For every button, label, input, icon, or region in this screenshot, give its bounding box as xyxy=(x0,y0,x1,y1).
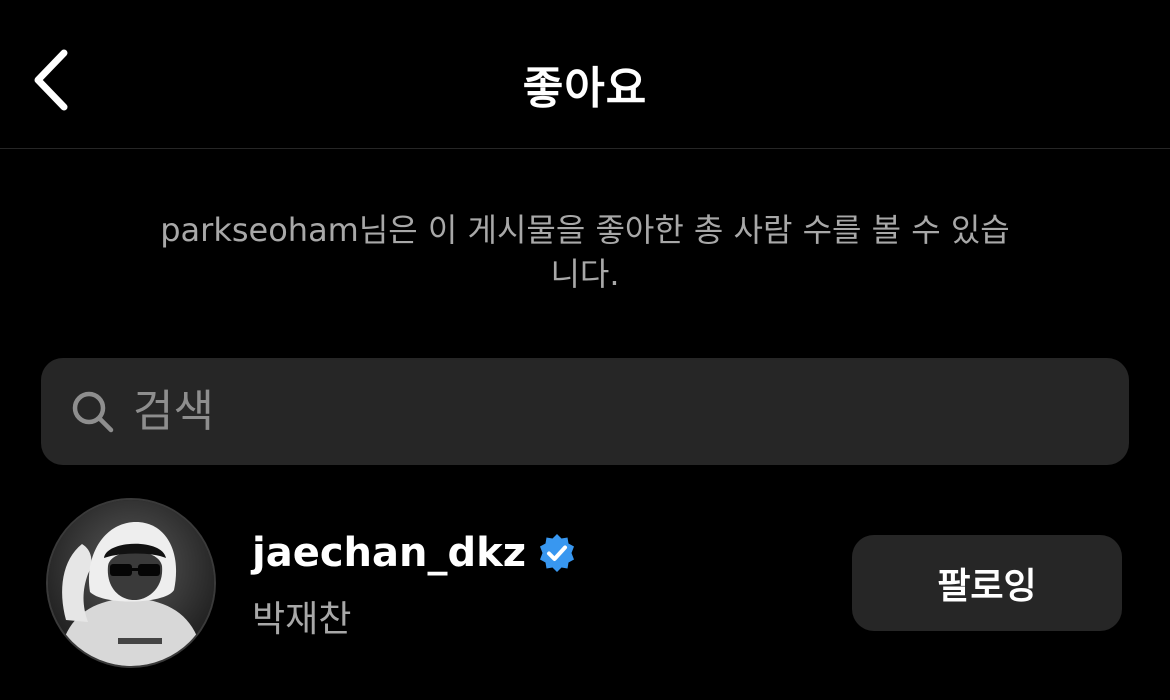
page-title: 좋아요 xyxy=(522,63,648,114)
search-icon xyxy=(69,388,117,436)
search-input[interactable] xyxy=(131,370,1129,453)
search-bar[interactable] xyxy=(41,358,1129,465)
verified-badge-icon xyxy=(536,532,578,574)
top-navigation-bar: 좋아요 xyxy=(0,0,1170,149)
full-name: 박재찬 xyxy=(252,599,352,640)
following-button[interactable]: 팔로잉 xyxy=(852,535,1122,631)
username[interactable]: jaechan_dkz xyxy=(252,530,526,576)
likes-visibility-notice: parkseoham님은 이 게시물을 좋아한 총 사람 수를 볼 수 있습니다… xyxy=(160,211,1010,293)
list-item[interactable]: jaechan_dkz 박재찬 팔로잉 xyxy=(0,498,1170,668)
username-line: jaechan_dkz xyxy=(252,530,578,576)
avatar[interactable] xyxy=(48,500,214,666)
likes-screen: 좋아요 parkseoham님은 이 게시물을 좋아한 총 사람 수를 볼 수 … xyxy=(0,0,1170,700)
